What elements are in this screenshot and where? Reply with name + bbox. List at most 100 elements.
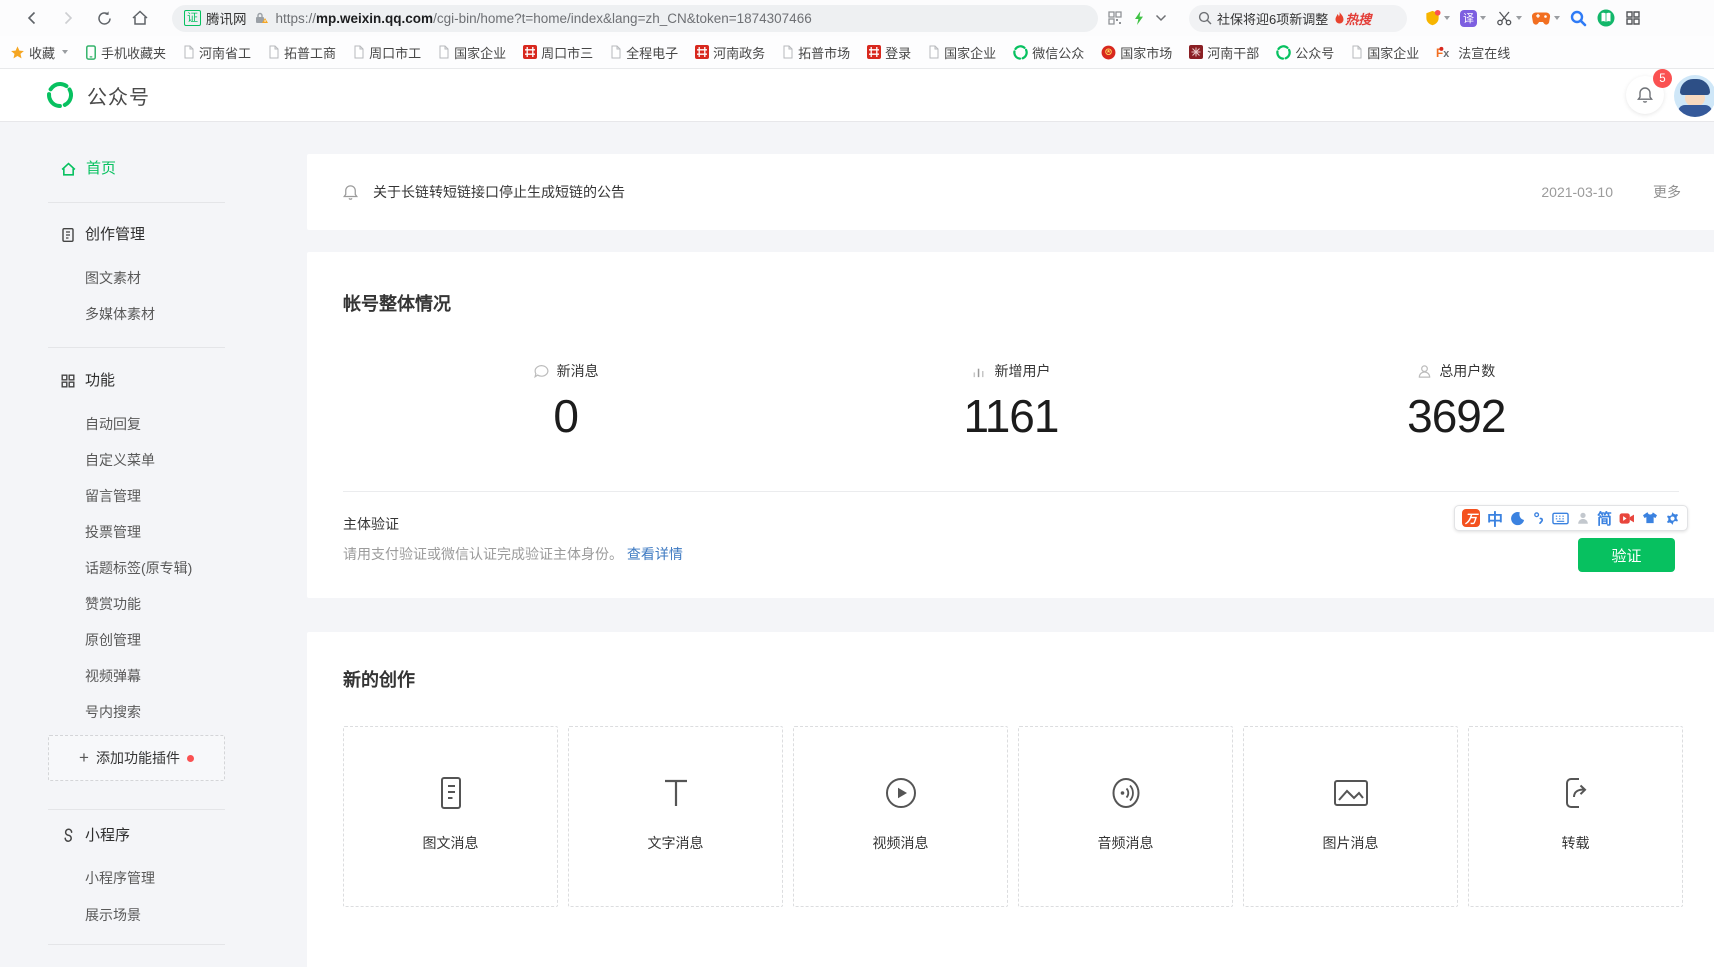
bookmark-item[interactable]: 公众号 — [1276, 43, 1334, 62]
sidebar-item-multimedia-material[interactable]: 多媒体素材 — [48, 302, 307, 326]
chart-icon — [971, 364, 987, 379]
sidebar-item-custom-menu[interactable]: 自定义菜单 — [48, 448, 307, 472]
avatar[interactable] — [1674, 75, 1714, 117]
shield-extension-button[interactable] — [1421, 9, 1453, 27]
sidebar-item-account-search[interactable]: 号内搜索 — [48, 700, 307, 724]
sidebar-item-reward[interactable]: 赞赏功能 — [48, 592, 307, 616]
repost-icon — [1560, 776, 1592, 810]
back-button[interactable] — [20, 6, 44, 30]
sidebar-item-image-text-material[interactable]: 图文素材 — [48, 266, 307, 290]
sidebar-item-original[interactable]: 原创管理 — [48, 628, 307, 652]
apps-grid-button[interactable] — [1622, 10, 1644, 26]
creation-box-image[interactable]: 图片消息 — [1243, 726, 1458, 907]
sidebar-item-display-scene[interactable]: 展示场景 — [48, 903, 307, 927]
bookmark-item[interactable]: 河南省工 — [183, 43, 251, 62]
ime-punctuation-icon[interactable] — [1532, 511, 1545, 526]
flash-button[interactable] — [1132, 10, 1146, 26]
magnifier-icon — [1570, 10, 1587, 27]
ime-simplified-icon[interactable]: 简 — [1597, 508, 1612, 529]
card-title: 帐号整体情况 — [343, 290, 1679, 316]
add-plugin-button[interactable]: + 添加功能插件 — [48, 735, 225, 781]
qr-code-button[interactable] — [1107, 10, 1123, 26]
bookmark-item[interactable]: 周口市工 — [353, 43, 421, 62]
creation-label: 图文消息 — [344, 833, 557, 853]
ime-skin-icon[interactable] — [1642, 511, 1658, 525]
refresh-button[interactable] — [92, 6, 116, 30]
creation-box-video[interactable]: 视频消息 — [793, 726, 1008, 907]
sidebar-item-home[interactable]: 首页 — [60, 157, 307, 181]
creation-boxes: 图文消息 文字消息 视频消息 音频消息 — [343, 726, 1683, 907]
stats-row: 新消息 0 新增用户 1161 总用户数 3692 — [343, 361, 1679, 443]
find-extension-button[interactable] — [1567, 10, 1590, 27]
ime-night-mode-icon[interactable] — [1510, 511, 1525, 526]
new-creation-card: 新的创作 图文消息 文字消息 视频消息 — [307, 632, 1714, 967]
gov-red-icon — [523, 45, 537, 59]
back-icon — [24, 10, 40, 26]
bookmark-label: 国家企业 — [944, 43, 996, 62]
sidebar-section-features[interactable]: 功能 — [60, 369, 307, 393]
stat-label: 总用户数 — [1439, 361, 1495, 381]
sidebar-item-topic-tags[interactable]: 话题标签(原专辑) — [48, 556, 307, 580]
creation-box-text[interactable]: 文字消息 — [568, 726, 783, 907]
bookmark-item[interactable]: 河南干部 — [1189, 43, 1259, 62]
bookmark-item[interactable]: Fx法宣在线 — [1436, 43, 1510, 62]
flame-icon — [1334, 12, 1345, 25]
toolbar-chevron-button[interactable] — [1155, 14, 1167, 22]
card-title: 新的创作 — [343, 666, 1683, 692]
ime-logo-icon[interactable]: 万 — [1462, 509, 1480, 527]
page-icon — [353, 45, 365, 59]
reader-extension-button[interactable] — [1594, 9, 1618, 27]
sidebar-item-miniprogram-manage[interactable]: 小程序管理 — [48, 866, 307, 890]
bookmark-item[interactable]: 微信公众 — [1013, 43, 1084, 62]
red-dot-badge — [187, 755, 194, 762]
bookmark-item[interactable]: 国家企业 — [1351, 43, 1419, 62]
sidebar-section-miniprogram[interactable]: 小程序 — [60, 824, 307, 848]
stat-value: 1161 — [788, 389, 1233, 443]
sidebar-item-votes[interactable]: 投票管理 — [48, 520, 307, 544]
clip-extension-button[interactable] — [1493, 10, 1525, 27]
bookmark-item[interactable]: 河南政务 — [695, 43, 765, 62]
ime-user-icon[interactable] — [1576, 511, 1590, 525]
bookmark-label: 河南省工 — [199, 43, 251, 62]
sidebar-item-comments[interactable]: 留言管理 — [48, 484, 307, 508]
bookmark-item[interactable]: 手机收藏夹 — [85, 43, 166, 62]
home-button[interactable] — [128, 6, 152, 30]
address-bar[interactable]: 证 腾讯网 https://mp.weixin.qq.com/cgi-bin/h… — [172, 5, 1098, 32]
bookmark-item[interactable]: 收藏 — [10, 43, 68, 62]
document-icon — [60, 227, 76, 243]
notice-more-link[interactable]: 更多 — [1653, 182, 1681, 202]
notification-button[interactable]: 5 — [1626, 76, 1664, 114]
verify-button[interactable]: 验证 — [1578, 538, 1675, 572]
bookmark-item[interactable]: 拓普市场 — [782, 43, 850, 62]
hot-search[interactable]: 热搜 — [1334, 9, 1371, 28]
notice-title[interactable]: 关于长链转短链接口停止生成短链的公告 — [373, 182, 625, 202]
ime-video-icon[interactable] — [1619, 512, 1635, 525]
bookmark-item[interactable]: 国家市场 — [1101, 43, 1172, 62]
notice-date: 2021-03-10 — [1541, 184, 1613, 200]
sidebar-item-video-danmu[interactable]: 视频弹幕 — [48, 664, 307, 688]
ime-keyboard-icon[interactable] — [1552, 512, 1569, 525]
bookmark-item[interactable]: 登录 — [867, 43, 911, 62]
bookmark-item[interactable]: 国家企业 — [928, 43, 996, 62]
bookmark-label: 拓普工商 — [284, 43, 336, 62]
main-content: 关于长链转短链接口停止生成短链的公告 2021-03-10 更多 帐号整体情况 … — [307, 122, 1714, 967]
creation-box-audio[interactable]: 音频消息 — [1018, 726, 1233, 907]
forward-button[interactable] — [56, 6, 80, 30]
text-icon — [661, 777, 691, 809]
sidebar-item-auto-reply[interactable]: 自动回复 — [48, 412, 307, 436]
message-icon — [533, 364, 550, 379]
ime-settings-icon[interactable] — [1665, 511, 1680, 526]
ime-chinese-mode-icon[interactable]: 中 — [1487, 506, 1503, 530]
bookmark-item[interactable]: 周口市三 — [523, 43, 593, 62]
bookmark-item[interactable]: 国家企业 — [438, 43, 506, 62]
bookmark-item[interactable]: 拓普工商 — [268, 43, 336, 62]
browser-search-box[interactable]: 社保将迎6项新调整 热搜 — [1189, 5, 1407, 32]
creation-box-repost[interactable]: 转载 — [1468, 726, 1683, 907]
game-extension-button[interactable] — [1529, 11, 1563, 26]
verify-details-link[interactable]: 查看详情 — [627, 546, 683, 562]
bookmark-item[interactable]: 全程电子 — [610, 43, 678, 62]
translate-extension-button[interactable]: 译 — [1457, 10, 1489, 27]
creation-box-article[interactable]: 图文消息 — [343, 726, 558, 907]
sidebar-section-creation[interactable]: 创作管理 — [60, 223, 307, 247]
gamepad-icon — [1532, 11, 1551, 26]
